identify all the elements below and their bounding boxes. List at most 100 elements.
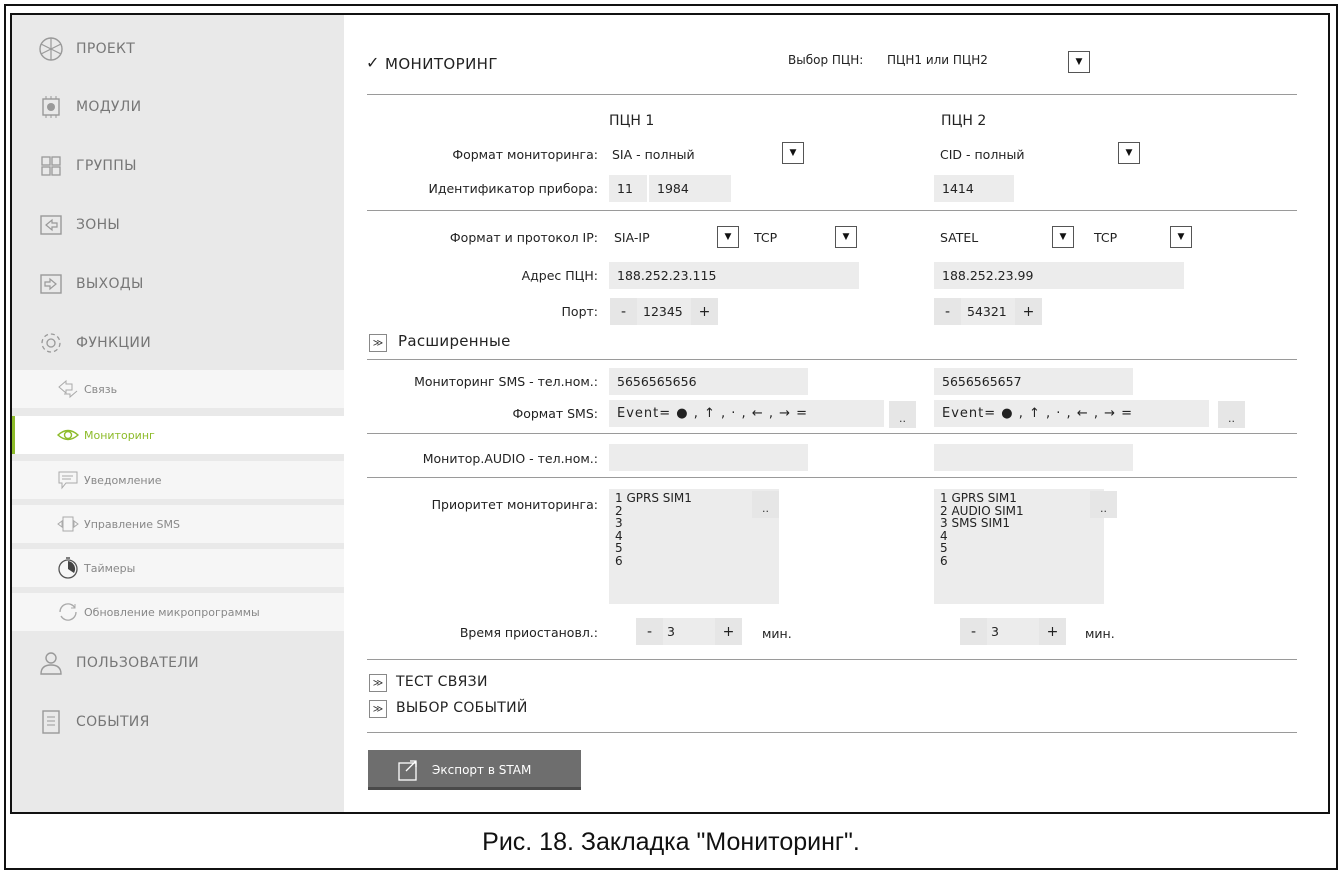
device-id1a-field[interactable]: 11 — [609, 175, 647, 202]
priority2-edit-button[interactable]: .. — [1090, 491, 1117, 518]
audio-phone1-field[interactable] — [609, 444, 808, 471]
sms-format2-edit-button[interactable]: .. — [1218, 401, 1245, 428]
address1-field[interactable]: 188.252.23.115 — [609, 262, 859, 289]
format1-dropdown[interactable]: ▼ — [782, 142, 804, 164]
list-item[interactable]: 4 — [940, 529, 1104, 543]
test-link-title: ТЕСТ СВЯЗИ — [396, 674, 488, 690]
port-label: Порт: — [561, 304, 598, 319]
sidebar-item-label: ЗОНЫ — [76, 217, 121, 233]
select-station-dropdown[interactable]: ▼ — [1068, 51, 1090, 73]
advanced-expand-toggle[interactable]: ≫ — [369, 334, 387, 352]
event-select-expand-toggle[interactable]: ≫ — [369, 700, 387, 718]
proto2-dropdown[interactable]: ▼ — [1170, 226, 1192, 248]
chevron-double-down-icon: ≫ — [372, 677, 384, 689]
sms-phone-label: Мониторинг SMS - тел.ном.: — [414, 374, 598, 389]
port2-decrement-button[interactable]: - — [934, 298, 961, 325]
subitem-notification[interactable]: Уведомление — [12, 461, 344, 499]
proto2-value: TCP — [1094, 230, 1118, 245]
select-station-label: Выбор ПЦН: — [788, 53, 864, 67]
module-icon — [38, 94, 64, 120]
format-label: Формат мониторинга: — [452, 147, 598, 162]
chevron-down-icon: ▼ — [1075, 57, 1083, 67]
format2-dropdown[interactable]: ▼ — [1118, 142, 1140, 164]
main-panel: ✓ МОНИТОРИНГ Выбор ПЦН: ПЦН1 или ПЦН2 ▼ … — [344, 15, 1328, 812]
audio-phone2-field[interactable] — [934, 444, 1133, 471]
port2-field[interactable]: 54321 — [961, 298, 1015, 325]
figure-caption: Рис. 18. Закладка "Мониторинг". — [482, 828, 860, 856]
list-item[interactable]: 5 — [940, 542, 1104, 555]
gear-icon — [38, 330, 64, 356]
pause2-increment-button[interactable]: + — [1039, 618, 1066, 645]
subitem-label: Таймеры — [84, 561, 136, 575]
sms-phone2-field[interactable]: 5656565657 — [934, 368, 1133, 395]
pause1-field[interactable]: 3 — [663, 618, 715, 645]
priority1-edit-button[interactable]: .. — [752, 491, 779, 518]
select-station-value: ПЦН1 или ПЦН2 — [887, 53, 988, 67]
sidebar-item-zones[interactable]: ЗОНЫ — [12, 205, 344, 245]
proto1-dropdown[interactable]: ▼ — [835, 226, 857, 248]
project-icon — [38, 36, 64, 62]
chevron-down-icon: ▼ — [789, 148, 797, 158]
refresh-icon — [56, 600, 80, 624]
export-stam-button[interactable]: Экспорт в STAM — [368, 750, 581, 790]
monitoring-checkbox[interactable]: ✓ — [366, 53, 379, 72]
sms-phone1-field[interactable]: 5656565656 — [609, 368, 808, 395]
list-item[interactable]: 1 GPRS SIM1 — [940, 492, 1104, 505]
sidebar-item-label: СОБЫТИЯ — [76, 714, 150, 730]
export-button-label: Экспорт в STAM — [432, 763, 532, 777]
list-item[interactable]: 4 — [615, 529, 779, 543]
sidebar-item-functions[interactable]: ФУНКЦИИ — [12, 323, 344, 363]
sidebar-item-label: ПОЛЬЗОВАТЕЛИ — [76, 655, 199, 671]
app-window: ПРОЕКТ МОДУЛИ ГРУППЫ ЗОНЫ ВЫХОДЫ ФУНКЦИИ… — [10, 13, 1330, 814]
ip2-format-dropdown[interactable]: ▼ — [1052, 226, 1074, 248]
port1-field[interactable]: 12345 — [637, 298, 691, 325]
sidebar-item-project[interactable]: ПРОЕКТ — [12, 29, 344, 69]
port1-decrement-button[interactable]: - — [610, 298, 637, 325]
device-id2-field[interactable]: 1414 — [934, 175, 1014, 202]
audio-phone-label: Монитор.AUDIO - тел.ном.: — [422, 451, 598, 466]
sms-format2-field[interactable]: Event= ● , ↑ , · , ← , → = — [934, 400, 1209, 427]
sidebar-item-groups[interactable]: ГРУППЫ — [12, 146, 344, 186]
subitem-timers[interactable]: Таймеры — [12, 549, 344, 587]
pause2-decrement-button[interactable]: - — [960, 618, 987, 645]
sidebar-item-users[interactable]: ПОЛЬЗОВАТЕЛИ — [12, 643, 344, 683]
test-link-expand-toggle[interactable]: ≫ — [369, 674, 387, 692]
sms-format1-edit-button[interactable]: .. — [889, 401, 916, 428]
sidebar-item-label: ГРУППЫ — [76, 158, 137, 174]
priority2-list[interactable]: 1 GPRS SIM1 2 AUDIO SIM1 3 SMS SIM1 4 5 … — [934, 489, 1104, 604]
events-icon — [38, 709, 64, 735]
user-icon — [38, 650, 64, 676]
ip1-format-dropdown[interactable]: ▼ — [717, 226, 739, 248]
pause1-increment-button[interactable]: + — [715, 618, 742, 645]
list-item[interactable]: 3 — [615, 517, 779, 530]
pause2-field[interactable]: 3 — [987, 618, 1039, 645]
subitem-link[interactable]: Связь — [12, 370, 344, 408]
pause2-unit: мин. — [1085, 626, 1115, 641]
port1-increment-button[interactable]: + — [691, 298, 718, 325]
message-icon — [56, 468, 80, 492]
sidebar-item-outputs[interactable]: ВЫХОДЫ — [12, 264, 344, 304]
subitem-sms-control[interactable]: Управление SMS — [12, 505, 344, 543]
subitem-monitoring[interactable]: Мониторинг — [12, 416, 344, 454]
pause1-unit: мин. — [762, 626, 792, 641]
list-item[interactable]: 6 — [615, 554, 779, 568]
sidebar-item-events[interactable]: СОБЫТИЯ — [12, 702, 344, 742]
sidebar-item-modules[interactable]: МОДУЛИ — [12, 87, 344, 127]
subitem-label: Уведомление — [84, 473, 162, 487]
subitem-firmware-update[interactable]: Обновление микропрограммы — [12, 593, 344, 631]
list-item[interactable]: 5 — [615, 542, 779, 555]
ip-protocol-label: Формат и протокол IP: — [449, 230, 598, 245]
sms-format-label: Формат SMS: — [512, 406, 598, 421]
address2-field[interactable]: 188.252.23.99 — [934, 262, 1184, 289]
chevron-double-down-icon: ≫ — [372, 337, 384, 349]
port2-increment-button[interactable]: + — [1015, 298, 1042, 325]
link-icon — [56, 377, 80, 401]
device-id1b-field[interactable]: 1984 — [649, 175, 731, 202]
sidebar-item-label: МОДУЛИ — [76, 99, 142, 115]
list-item[interactable]: 6 — [940, 554, 1104, 568]
sidebar: ПРОЕКТ МОДУЛИ ГРУППЫ ЗОНЫ ВЫХОДЫ ФУНКЦИИ… — [12, 15, 344, 812]
list-item[interactable]: 3 SMS SIM1 — [940, 517, 1104, 530]
pause1-decrement-button[interactable]: - — [636, 618, 663, 645]
proto1-value: TCP — [754, 230, 778, 245]
sms-format1-field[interactable]: Event= ● , ↑ , · , ← , → = — [609, 400, 884, 427]
